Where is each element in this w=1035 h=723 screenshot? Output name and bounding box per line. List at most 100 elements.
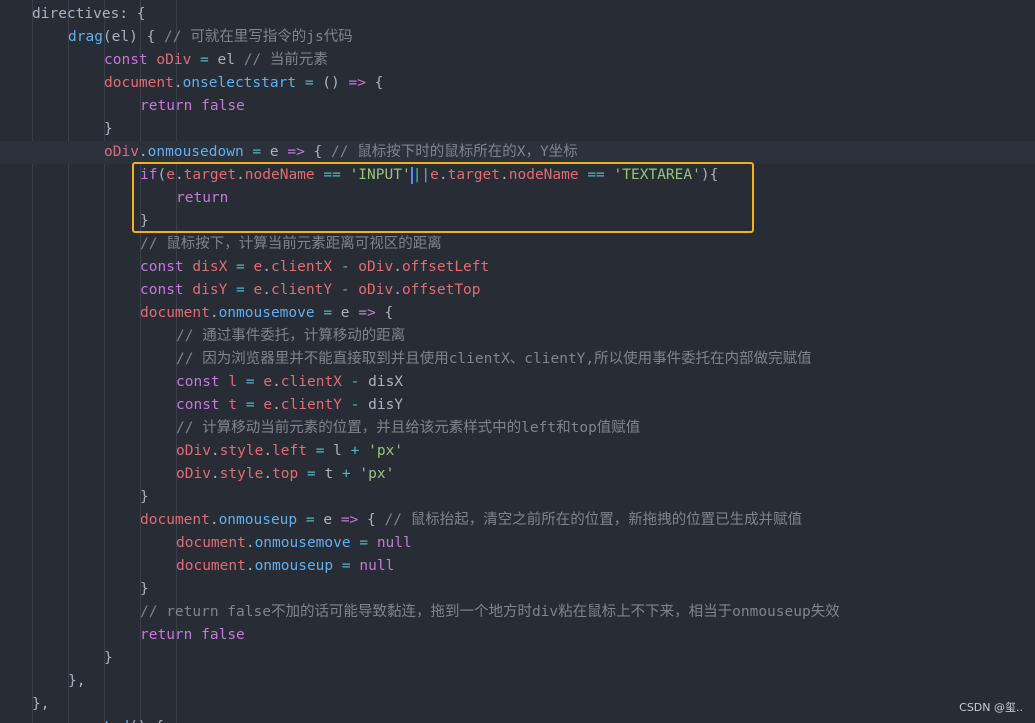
code-line[interactable]: document.onmousemove = e => {	[0, 302, 1035, 325]
code-token: document	[140, 512, 210, 528]
code-editor[interactable]: directives: {drag(el) { // 可就在里写指令的js代码 c…	[0, 0, 1035, 723]
code-token: }	[104, 650, 113, 666]
code-token: 'px'	[368, 443, 404, 459]
code-line[interactable]: }	[0, 647, 1035, 670]
code-line-text: }	[104, 118, 113, 141]
code-token: offsetTop	[401, 282, 481, 298]
code-line-text: // 鼠标按下，计算当前元素距离可视区的距离	[140, 233, 442, 256]
code-line[interactable]: // return false不加的话可能导致黏连，拖到一个地方时div粘在鼠标…	[0, 601, 1035, 624]
code-token: =>	[287, 144, 305, 160]
code-token: .	[209, 512, 219, 528]
code-token: l	[324, 443, 351, 459]
code-line[interactable]: const disY = e.clientY - oDiv.offsetTop	[0, 279, 1035, 302]
code-token: .	[262, 259, 271, 275]
code-token: directives	[32, 6, 120, 22]
code-line[interactable]: // 因为浏览器里并不能直接取到并且使用clientX、clientY,所以使用…	[0, 348, 1035, 371]
code-token: el	[208, 52, 244, 68]
code-line-text: // 通过事件委托，计算移动的距离	[176, 325, 405, 348]
code-token: e	[314, 512, 341, 528]
code-token: onmouseup	[218, 512, 298, 528]
code-line[interactable]: const oDiv = el // 当前元素	[0, 49, 1035, 72]
code-line[interactable]: return false	[0, 95, 1035, 118]
code-line[interactable]: const t = e.clientY - disY	[0, 394, 1035, 417]
code-line[interactable]: },	[0, 670, 1035, 693]
code-line-text: }	[140, 578, 149, 601]
code-token: =	[236, 259, 245, 275]
code-line[interactable]: drag(el) { // 可就在里写指令的js代码	[0, 26, 1035, 49]
code-token: // 鼠标抬起，清空之前所在的位置，新拖拽的位置已生成并赋值	[384, 512, 803, 528]
code-line[interactable]: document.onselectstart = () => {	[0, 72, 1035, 95]
code-line-text: // return false不加的话可能导致黏连，拖到一个地方时div粘在鼠标…	[140, 601, 840, 624]
code-token: .	[245, 558, 255, 574]
watermark: CSDN @玺..	[959, 701, 1023, 714]
code-line-text: directives: {	[32, 3, 146, 26]
code-line-text: }	[140, 486, 149, 509]
code-line-text: const disY = e.clientY - oDiv.offsetTop	[140, 279, 481, 302]
code-token: {	[365, 75, 384, 91]
code-token: {	[358, 512, 385, 528]
code-line-text: document.onmousemove = e => {	[140, 302, 393, 325]
code-token: document	[140, 305, 210, 321]
code-token: onmousemove	[254, 535, 351, 551]
code-token: document	[104, 75, 174, 91]
code-token: .	[263, 466, 273, 482]
code-token: const	[176, 374, 220, 390]
code-token: const	[140, 259, 184, 275]
code-line[interactable]: oDiv.onmousedown = e => { // 鼠标按下时的鼠标所在的…	[0, 141, 1035, 164]
code-token: oDiv	[358, 259, 394, 275]
code-line-text: const disX = e.clientX - oDiv.offsetLeft	[140, 256, 489, 279]
code-line[interactable]: const disX = e.clientX - oDiv.offsetLeft	[0, 256, 1035, 279]
code-token: ()	[313, 75, 349, 91]
code-line[interactable]: // 计算移动当前元素的位置，并且给该元素样式中的left和top值赋值	[0, 417, 1035, 440]
code-line[interactable]: oDiv.style.top = t + 'px'	[0, 463, 1035, 486]
code-line[interactable]: document.onmouseup = e => { // 鼠标抬起，清空之前…	[0, 509, 1035, 532]
code-token: const	[140, 282, 184, 298]
code-token: return	[140, 98, 193, 114]
code-line[interactable]: }	[0, 486, 1035, 509]
code-line[interactable]: return false	[0, 624, 1035, 647]
code-line-text: document.onmouseup = null	[176, 555, 394, 578]
code-token: style	[219, 466, 264, 482]
code-token: oDiv	[176, 443, 211, 459]
code-token: oDiv	[104, 144, 139, 160]
code-line-text: document.onselectstart = () => {	[104, 72, 383, 95]
code-line[interactable]: // 鼠标按下，计算当前元素距离可视区的距离	[0, 233, 1035, 256]
code-line[interactable]: },	[0, 693, 1035, 716]
code-line-text: oDiv.style.top = t + 'px'	[176, 463, 394, 486]
code-token: },	[68, 673, 86, 689]
code-line-text: return false	[140, 95, 245, 118]
code-token: disY	[192, 282, 228, 298]
code-token: const	[104, 52, 148, 68]
code-line[interactable]: document.onmouseup = null	[0, 555, 1035, 578]
code-line[interactable]: // 通过事件委托，计算移动的距离	[0, 325, 1035, 348]
code-line[interactable]: directives: {	[0, 3, 1035, 26]
code-token: =	[359, 535, 369, 551]
code-line-text: // 计算移动当前元素的位置，并且给该元素样式中的left和top值赋值	[176, 417, 640, 440]
code-token: (el) {	[102, 29, 165, 45]
code-token: left	[272, 443, 307, 459]
code-token: =	[305, 512, 315, 528]
code-line-text: const oDiv = el // 当前元素	[104, 49, 328, 72]
code-token: =>	[358, 305, 376, 321]
code-line[interactable]: }	[0, 118, 1035, 141]
code-token: }	[104, 121, 113, 137]
code-token: onmousemove	[218, 305, 315, 321]
code-token: null	[376, 535, 412, 551]
code-line[interactable]: oDiv.style.left = l + 'px'	[0, 440, 1035, 463]
code-line[interactable]: document.onmousemove = null	[0, 532, 1035, 555]
code-line[interactable]: const l = e.clientX - disX	[0, 371, 1035, 394]
code-token: .	[393, 259, 402, 275]
code-token: {	[375, 305, 394, 321]
code-line[interactable]: }	[0, 578, 1035, 601]
code-line[interactable]: mounted() {	[0, 716, 1035, 723]
code-token: =	[306, 466, 316, 482]
